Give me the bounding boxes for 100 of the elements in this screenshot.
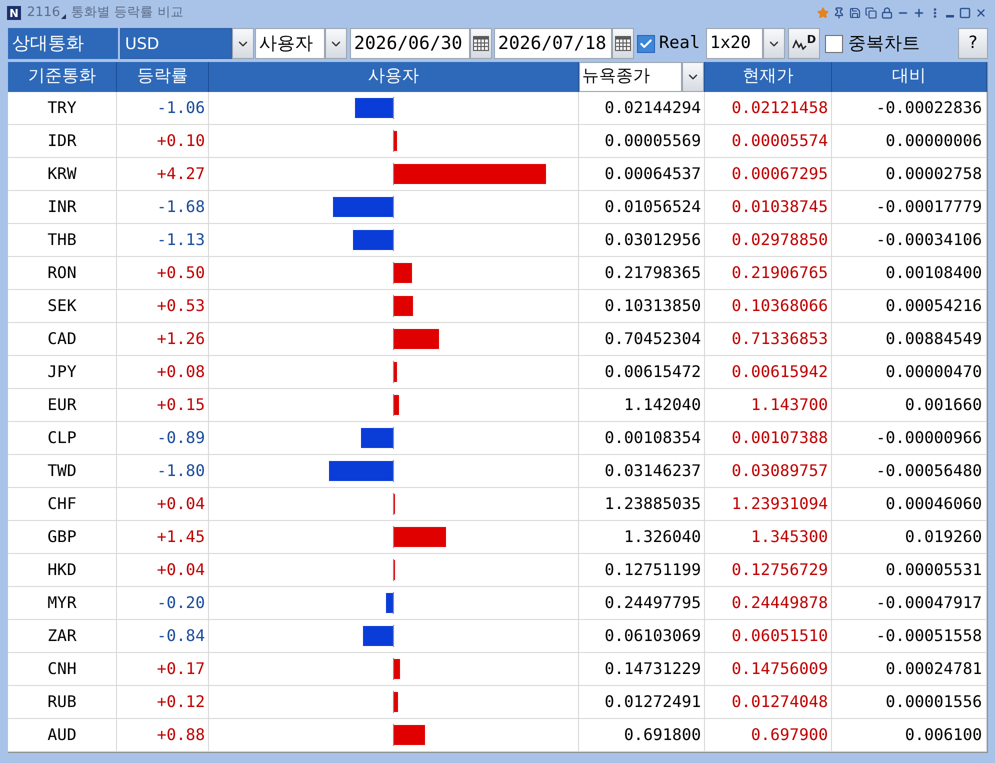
currency-cell: TWD xyxy=(8,455,117,487)
ny-close-cell: 0.00064537 xyxy=(579,158,705,190)
difference-cell: 0.00108400 xyxy=(832,257,987,289)
currency-cell: INR xyxy=(8,191,117,223)
difference-cell: -0.00034106 xyxy=(832,224,987,256)
check-icon xyxy=(639,36,653,50)
difference-cell: 0.00000470 xyxy=(832,356,987,388)
ny-close-cell: 0.691800 xyxy=(579,719,705,751)
current-price-cell: 0.24449878 xyxy=(705,587,832,619)
currency-cell: RUB xyxy=(8,686,117,718)
ny-close-cell: 0.12751199 xyxy=(579,554,705,586)
dropdown-button[interactable] xyxy=(232,28,254,59)
calendar-button[interactable] xyxy=(612,28,634,59)
current-price-cell: 0.21906765 xyxy=(705,257,832,289)
currency-cell: HKD xyxy=(8,554,117,586)
currency-cell: AUD xyxy=(8,719,117,751)
difference-cell: -0.00056480 xyxy=(832,455,987,487)
column-header[interactable]: 등락률 xyxy=(117,62,209,92)
star-icon[interactable] xyxy=(817,7,829,19)
start-date-field[interactable]: 2026/06/30 xyxy=(350,28,470,59)
current-price-cell: 0.697900 xyxy=(705,719,832,751)
difference-cell: -0.00000966 xyxy=(832,422,987,454)
ny-close-cell: 0.10313850 xyxy=(579,290,705,322)
currency-cell: CLP xyxy=(8,422,117,454)
price-type-select[interactable]: 뉴욕종가 xyxy=(579,62,682,92)
overlay-chart-checkbox[interactable] xyxy=(824,34,843,52)
ny-close-cell: 0.24497795 xyxy=(579,587,705,619)
column-header[interactable]: 기준통화 xyxy=(8,62,117,92)
mode-select[interactable]: 사용자 xyxy=(255,28,325,59)
windows-icon[interactable] xyxy=(865,7,877,19)
help-button[interactable]: ? xyxy=(958,28,988,59)
dropdown-button[interactable] xyxy=(325,28,347,59)
current-price-cell: 0.00067295 xyxy=(705,158,832,190)
close-icon[interactable] xyxy=(975,7,987,19)
ny-close-cell: 0.02144294 xyxy=(579,92,705,124)
currency-cell: JPY xyxy=(8,356,117,388)
current-price-cell: 0.00615942 xyxy=(705,356,832,388)
pin-icon[interactable] xyxy=(833,7,845,19)
maximize-icon[interactable] xyxy=(959,7,971,19)
current-price-cell: 0.00005574 xyxy=(705,125,832,157)
ny-close-cell: 0.70452304 xyxy=(579,323,705,355)
corner-triangle-icon[interactable] xyxy=(61,14,66,18)
difference-cell: 0.00002758 xyxy=(832,158,987,190)
difference-cell: -0.00051558 xyxy=(832,620,987,652)
currency-cell: GBP xyxy=(8,521,117,553)
current-price-cell: 0.10368066 xyxy=(705,290,832,322)
dropdown-button[interactable] xyxy=(682,62,704,92)
ny-close-cell: 0.00615472 xyxy=(579,356,705,388)
difference-cell: 0.00054216 xyxy=(832,290,987,322)
calendar-icon xyxy=(615,36,631,51)
ny-close-cell: 0.21798365 xyxy=(579,257,705,289)
currency-cell: MYR xyxy=(8,587,117,619)
save-icon[interactable] xyxy=(849,7,861,19)
ny-close-cell: 0.01056524 xyxy=(579,191,705,223)
real-checkbox[interactable] xyxy=(637,34,655,52)
ny-close-cell: 1.326040 xyxy=(579,521,705,553)
difference-cell: 0.00005531 xyxy=(832,554,987,586)
currency-cell: RON xyxy=(8,257,117,289)
dropdown-button[interactable] xyxy=(762,28,785,59)
difference-cell: -0.00017779 xyxy=(832,191,987,223)
ny-close-cell: 1.142040 xyxy=(579,389,705,421)
ny-close-cell: 0.00108354 xyxy=(579,422,705,454)
window-title: 통화별 등락률 비교 xyxy=(71,4,184,22)
column-header[interactable]: 대비 xyxy=(832,62,987,92)
current-price-cell: 0.00107388 xyxy=(705,422,832,454)
counter-currency-label: 상대통화 xyxy=(8,28,118,59)
end-date-field[interactable]: 2026/07/18 xyxy=(494,28,612,59)
interval-select[interactable]: 1x20 xyxy=(706,28,763,59)
current-price-cell: 0.01274048 xyxy=(705,686,832,718)
currency-cell: CHF xyxy=(8,488,117,520)
currency-select[interactable]: USD xyxy=(120,28,232,59)
ny-close-cell: 1.23885035 xyxy=(579,488,705,520)
column-header[interactable]: 현재가 xyxy=(705,62,832,92)
chart-button[interactable]: D xyxy=(788,28,820,59)
currency-cell: ZAR xyxy=(8,620,117,652)
checkbox-label[interactable]: 중복차트 xyxy=(848,30,920,57)
current-price-cell: 0.02121458 xyxy=(705,92,832,124)
currency-cell: CNH xyxy=(8,653,117,685)
currency-cell: SEK xyxy=(8,290,117,322)
difference-cell: -0.00022836 xyxy=(832,92,987,124)
currency-cell: THB xyxy=(8,224,117,256)
currency-cell: KRW xyxy=(8,158,117,190)
current-price-cell: 0.12756729 xyxy=(705,554,832,586)
current-price-cell: 1.143700 xyxy=(705,389,832,421)
lock-icon[interactable] xyxy=(881,7,893,19)
plus-icon[interactable] xyxy=(913,7,925,19)
difference-cell: -0.00047917 xyxy=(832,587,987,619)
checkbox-label[interactable]: Real xyxy=(659,30,700,56)
calendar-button[interactable] xyxy=(470,28,492,59)
current-price-cell: 1.23931094 xyxy=(705,488,832,520)
difference-cell: 0.00884549 xyxy=(832,323,987,355)
current-price-cell: 0.14756009 xyxy=(705,653,832,685)
ny-close-cell: 0.03146237 xyxy=(579,455,705,487)
ny-close-cell: 0.14731229 xyxy=(579,653,705,685)
difference-cell: 0.00000006 xyxy=(832,125,987,157)
current-price-cell: 0.71336853 xyxy=(705,323,832,355)
difference-cell: 0.001660 xyxy=(832,389,987,421)
currency-cell: TRY xyxy=(8,92,117,124)
current-price-cell: 0.02978850 xyxy=(705,224,832,256)
currency-cell: IDR xyxy=(8,125,117,157)
